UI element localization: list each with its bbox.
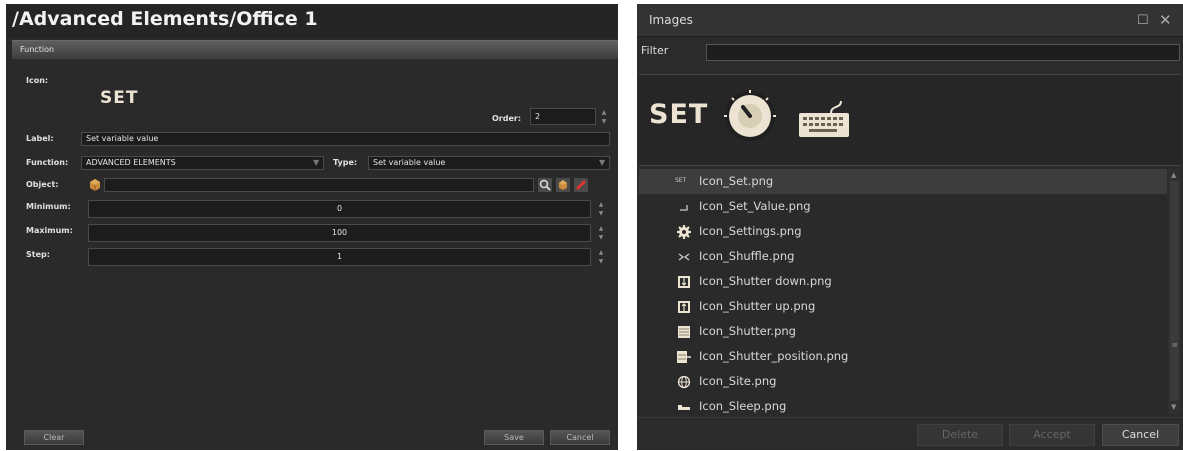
file-row[interactable]: Icon_Settings.png — [639, 219, 1167, 244]
images-dialog: Images ☐ ✕ Filter SET SET Icon_Set.png I… — [637, 4, 1183, 450]
section-header-function[interactable]: Function — [12, 40, 618, 59]
filter-row: Filter — [637, 40, 1183, 66]
type-select[interactable]: Set variable value — [368, 156, 610, 170]
file-name: Icon_Set_Value.png — [699, 199, 811, 213]
object-pick-icon[interactable] — [556, 178, 570, 192]
type-dropdown-arrow-icon[interactable]: ▼ — [599, 158, 605, 167]
scroll-thumb[interactable] — [1170, 181, 1179, 401]
cancel-button[interactable]: Cancel — [550, 430, 610, 445]
label-input[interactable]: Set variable value — [81, 132, 610, 146]
order-stepper[interactable]: ▲ ▼ — [598, 108, 610, 126]
keyboard-icon[interactable] — [797, 99, 853, 139]
object-label: Object: — [26, 180, 59, 189]
file-row[interactable]: Icon_Site.png — [639, 369, 1167, 394]
file-name: Icon_Shutter_position.png — [699, 349, 849, 363]
maximum-input[interactable]: 100 — [88, 224, 591, 242]
file-row[interactable]: Icon_Shuffle.png — [639, 244, 1167, 269]
label-label: Label: — [26, 134, 54, 143]
function-dropdown-arrow-icon[interactable]: ▼ — [313, 158, 319, 167]
file-name: Icon_Shutter up.png — [699, 299, 816, 313]
object-input[interactable] — [104, 178, 534, 192]
preview-set-icon[interactable]: SET — [649, 99, 708, 130]
file-list-scrollbar[interactable]: ▲ ≡ ▼ — [1168, 169, 1181, 414]
gear-icon — [677, 225, 691, 239]
cancel-dialog-button[interactable]: Cancel — [1102, 424, 1179, 446]
maximize-icon[interactable]: ☐ — [1137, 4, 1149, 37]
file-name: Icon_Settings.png — [699, 224, 802, 238]
step-label: Step: — [26, 250, 50, 259]
file-name: Icon_Site.png — [699, 374, 777, 388]
maximum-label: Maximum: — [26, 226, 73, 235]
globe-icon — [677, 375, 691, 389]
file-row[interactable]: Icon_Shutter.png — [639, 319, 1167, 344]
file-list[interactable]: SET Icon_Set.png Icon_Set_Value.png Icon… — [639, 169, 1167, 414]
file-name: Icon_Shutter.png — [699, 324, 796, 338]
set-text-icon: SET — [675, 177, 687, 184]
order-input[interactable]: 2 — [530, 108, 596, 125]
type-label: Type: — [333, 158, 358, 167]
shuffle-icon — [678, 253, 690, 261]
shutter-position-icon — [677, 351, 691, 363]
minimum-label: Minimum: — [26, 202, 71, 211]
step-input[interactable]: 1 — [88, 248, 591, 266]
page-title: /Advanced Elements/Office 1 — [6, 4, 618, 37]
file-name: Icon_Set.png — [699, 174, 774, 188]
file-row[interactable]: Icon_Sleep.png — [639, 394, 1167, 414]
dialog-footer: Delete Accept Cancel — [637, 417, 1183, 450]
shutter-up-icon — [678, 301, 690, 313]
icon-preview-strip: SET — [639, 74, 1181, 166]
file-name: Icon_Shuffle.png — [699, 249, 795, 263]
function-label: Function: — [26, 158, 69, 167]
save-button[interactable]: Save — [484, 430, 544, 445]
clear-button[interactable]: Clear — [24, 430, 84, 445]
delete-button[interactable]: Delete — [917, 424, 1003, 446]
minimum-stepper[interactable]: ▲ ▼ — [595, 200, 607, 218]
filter-input[interactable] — [706, 44, 1180, 61]
order-label: Order: — [492, 114, 522, 123]
file-name: Icon_Sleep.png — [699, 399, 787, 413]
close-icon[interactable]: ✕ — [1159, 4, 1172, 37]
function-select[interactable]: ADVANCED ELEMENTS — [81, 156, 324, 170]
accept-button[interactable]: Accept — [1009, 424, 1095, 446]
sleep-icon — [678, 405, 690, 410]
file-row[interactable]: Icon_Shutter_position.png — [639, 344, 1167, 369]
shutter-icon — [678, 326, 690, 338]
step-stepper[interactable]: ▲ ▼ — [595, 248, 607, 266]
file-row[interactable]: Icon_Set_Value.png — [639, 194, 1167, 219]
icon-preview[interactable]: SET — [100, 88, 138, 108]
maximum-stepper[interactable]: ▲ ▼ — [595, 224, 607, 242]
clear-object-icon[interactable] — [574, 178, 588, 192]
object-box-icon — [90, 179, 100, 191]
file-row[interactable]: Icon_Shutter down.png — [639, 269, 1167, 294]
icon-label: Icon: — [26, 76, 49, 85]
file-row[interactable]: SET Icon_Set.png — [639, 169, 1167, 194]
scroll-up-icon[interactable]: ▲ — [1171, 171, 1176, 179]
scroll-down-icon[interactable]: ▼ — [1171, 403, 1176, 411]
shutter-down-icon — [678, 276, 690, 288]
minimum-input[interactable]: 0 — [88, 200, 591, 218]
dialog-title-bar: Images ☐ ✕ — [637, 4, 1183, 37]
function-editor-panel: /Advanced Elements/Office 1 Function Ico… — [6, 4, 618, 450]
filter-label: Filter — [641, 44, 669, 57]
file-row[interactable]: Icon_Shutter up.png — [639, 294, 1167, 319]
set-value-icon — [680, 205, 688, 211]
dial-icon[interactable] — [723, 89, 777, 143]
scroll-grip-icon: ≡ — [1172, 341, 1178, 349]
file-name: Icon_Shutter down.png — [699, 274, 832, 288]
dialog-title: Images — [649, 13, 693, 27]
search-icon[interactable] — [538, 178, 552, 192]
